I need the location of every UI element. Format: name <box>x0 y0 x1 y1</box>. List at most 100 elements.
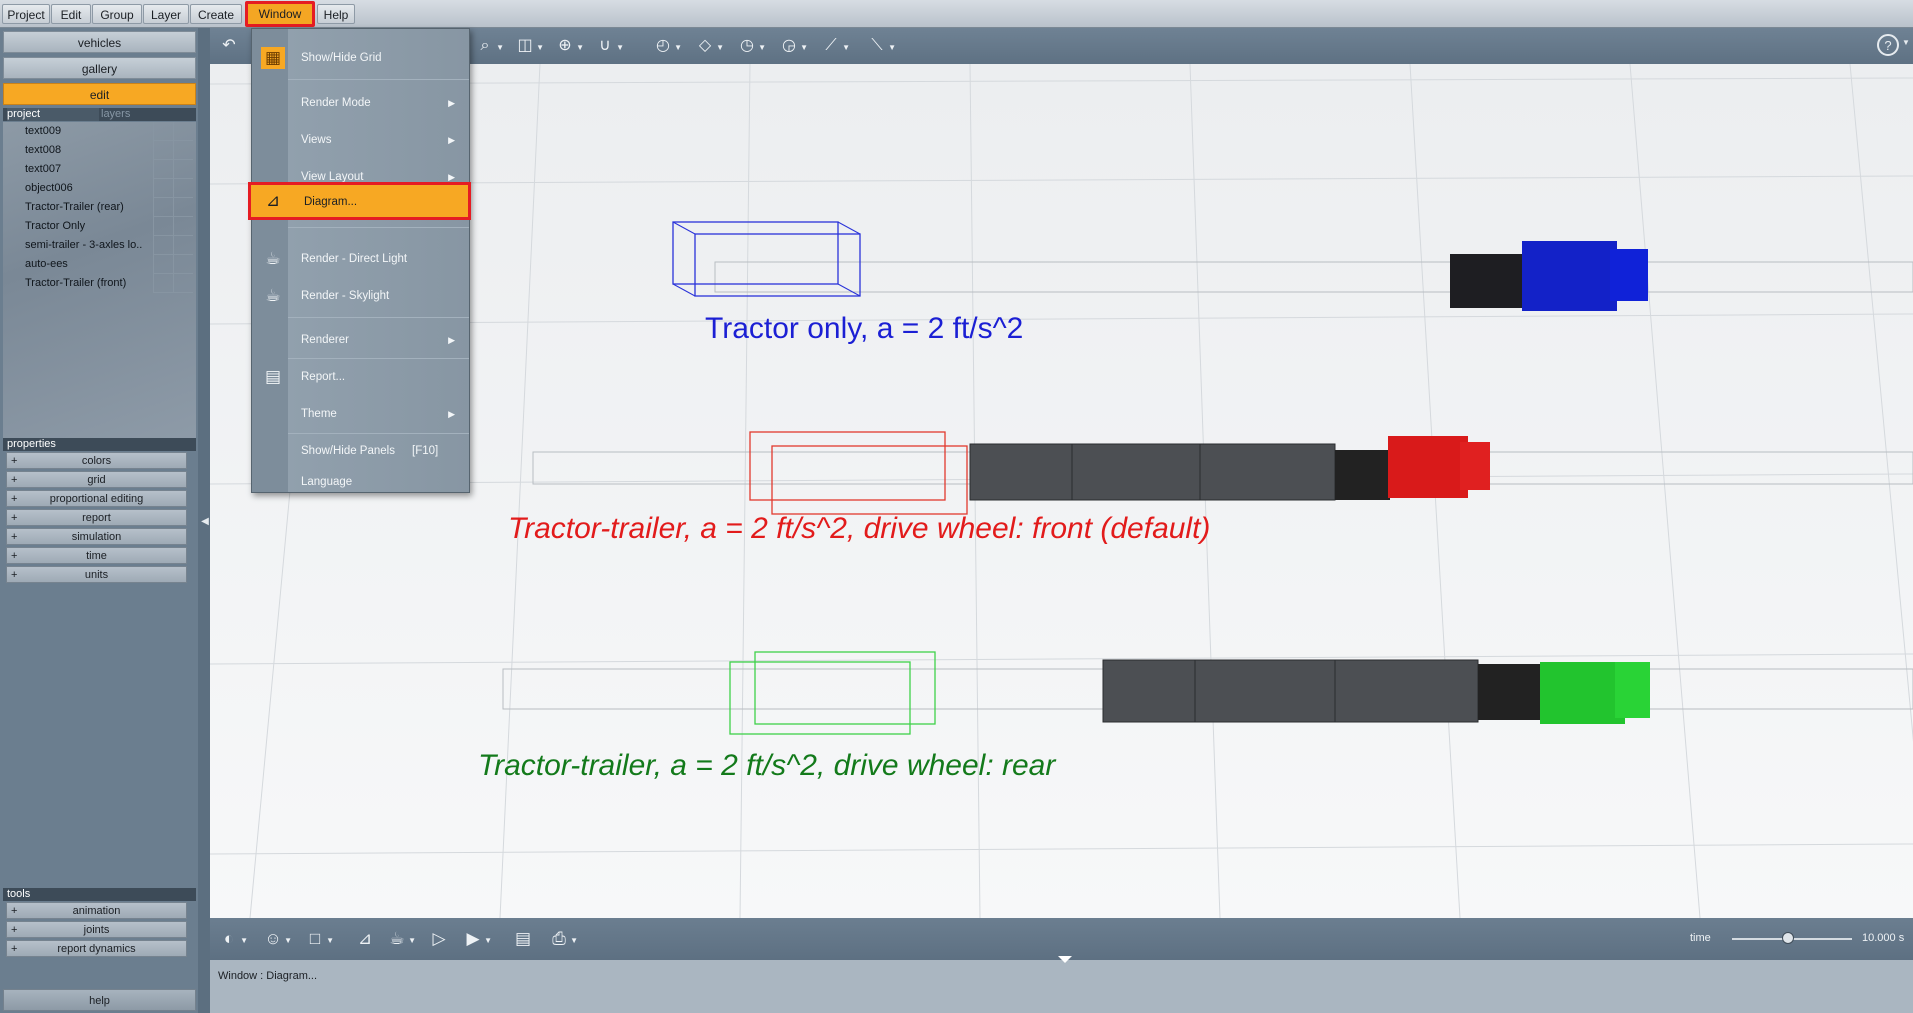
tools-report-dynamics[interactable]: + report dynamics <box>6 940 187 957</box>
properties-time[interactable]: + time <box>6 547 187 564</box>
properties-simulation[interactable]: + simulation <box>6 528 187 545</box>
expand-icon: + <box>11 943 18 955</box>
undo-icon[interactable]: ↶ <box>216 34 242 58</box>
left-panel: vehicles gallery edit project layers tex… <box>0 28 198 1013</box>
submenu-arrow-icon: ▶ <box>448 335 455 345</box>
menu-renderer[interactable]: Renderer ▶ <box>252 324 469 356</box>
expand-icon: + <box>11 493 18 505</box>
project-item-tractor-trailer-rear[interactable]: Tractor-Trailer (rear) <box>25 198 155 217</box>
menu-language[interactable]: Language <box>252 472 469 492</box>
menu-views[interactable]: Views ▶ <box>252 124 469 156</box>
project-item-auto-ees[interactable]: auto-ees <box>25 255 155 274</box>
caption-tractor-only: Tractor only, a = 2 ft/s^2 <box>705 312 1024 345</box>
menu-render-mode[interactable]: Render Mode ▶ <box>252 87 469 119</box>
tab-layers[interactable]: layers <box>101 108 130 121</box>
menu-render-skylight[interactable]: ☕ Render - Skylight <box>252 280 469 312</box>
expand-icon: + <box>11 550 18 562</box>
accordion-label: report dynamics <box>57 943 136 955</box>
menu-create[interactable]: Create <box>190 4 242 24</box>
menu-window[interactable]: Window <box>245 1 315 27</box>
properties-report[interactable]: + report <box>6 509 187 526</box>
menu-help[interactable]: Help <box>317 4 355 24</box>
menu-bar: Project Edit Group Layer Create Window H… <box>0 0 1913 28</box>
accordion-label: simulation <box>71 531 122 543</box>
menu-edit[interactable]: Edit <box>51 4 91 24</box>
menu-render-direct-light[interactable]: ☕ Render - Direct Light <box>252 243 469 275</box>
tab-project[interactable]: project <box>7 108 99 121</box>
properties-units[interactable]: + units <box>6 566 187 583</box>
project-item-tractor-only[interactable]: Tractor Only <box>25 217 155 236</box>
square-icon[interactable]: □ ▼ <box>302 927 334 951</box>
properties-proportional-editing[interactable]: + proportional editing <box>6 490 187 507</box>
step-icon[interactable]: ▶ ▼ <box>460 927 492 951</box>
menu-separator <box>288 79 469 80</box>
menu-theme[interactable]: Theme ▶ <box>252 398 469 430</box>
cube-icon[interactable]: ◫ ▼ <box>512 34 544 58</box>
report-icon: ▤ <box>264 367 282 386</box>
gauge-icon[interactable]: ◴ ▼ <box>650 34 682 58</box>
project-item-object006[interactable]: object006 <box>25 179 155 198</box>
collapse-panel-icon[interactable]: ◀ <box>200 510 210 534</box>
menu-show-hide-grid[interactable]: ▦ Show/Hide Grid <box>252 42 469 74</box>
tools-animation[interactable]: + animation <box>6 902 187 919</box>
accordion-label: report <box>82 512 111 524</box>
menu-item-label: Renderer <box>301 334 349 346</box>
help-button[interactable]: help <box>3 989 196 1011</box>
expand-icon: + <box>11 924 18 936</box>
tab-gallery[interactable]: gallery <box>3 57 196 79</box>
properties-grid[interactable]: + grid <box>6 471 187 488</box>
project-item-semi-trailer[interactable]: semi-trailer - 3-axles lo.. <box>25 236 155 255</box>
project-tree: text009 text008 text007 object006 Tracto… <box>3 122 196 444</box>
menu-item-label: Views <box>301 134 332 146</box>
menu-layer[interactable]: Layer <box>143 4 189 24</box>
time-label: time <box>1690 932 1711 944</box>
shading-icon[interactable]: ◐ ▼ <box>216 927 248 951</box>
diagram-icon[interactable]: ⊿ <box>352 927 378 951</box>
chevron-down-icon[interactable] <box>1058 956 1072 963</box>
teapot-icon[interactable]: ☕ ▼ <box>384 927 416 951</box>
project-item-text007[interactable]: text007 <box>25 160 155 179</box>
time-slider-handle[interactable] <box>1782 932 1795 944</box>
menu-group[interactable]: Group <box>92 4 142 24</box>
move-icon[interactable]: ⊕ ▼ <box>552 34 584 58</box>
play-icon[interactable]: ▷ <box>426 927 452 951</box>
menu-item-label: Show/Hide Panels <box>301 445 395 457</box>
menu-diagram[interactable]: ⊿ Diagram... <box>248 182 471 220</box>
print-icon[interactable]: ⎙ ▼ <box>546 927 578 951</box>
menu-item-label: Render - Direct Light <box>301 253 408 265</box>
menu-show-hide-panels[interactable]: Show/Hide Panels [F10] <box>252 435 469 467</box>
protractor-icon[interactable]: ◶ ▼ <box>776 34 808 58</box>
tab-edit[interactable]: edit <box>3 83 196 105</box>
help-question-icon[interactable]: ? <box>1877 34 1899 56</box>
teapot-icon: ☕ <box>265 286 281 305</box>
zoom-icon[interactable]: ⌕ ▼ <box>472 34 504 58</box>
chevron-down-icon[interactable]: ▼ <box>1902 38 1910 47</box>
report-icon[interactable]: ▤ <box>510 927 536 951</box>
measure-icon[interactable]: ⟋ ▼ <box>818 34 850 58</box>
status-bar: Window : Diagram... <box>210 956 1913 1013</box>
properties-colors[interactable]: + colors <box>6 452 187 469</box>
tools-joints[interactable]: + joints <box>6 921 187 938</box>
plane-icon[interactable]: ◇ ▼ <box>692 34 724 58</box>
grid-icon: ▦ <box>261 47 285 69</box>
ruler-icon[interactable]: ⟍ ▼ <box>864 34 896 58</box>
menu-report[interactable]: ▤ Report... <box>252 361 469 393</box>
window-menu-dropdown: ▦ Show/Hide Grid Render Mode ▶ Views ▶ V… <box>248 28 471 493</box>
project-item-text008[interactable]: text008 <box>25 141 155 160</box>
project-item-tractor-trailer-front[interactable]: Tractor-Trailer (front) <box>25 274 155 293</box>
time-value: 10.000 s <box>1862 932 1905 944</box>
magnet-icon[interactable]: ∪ ▼ <box>592 34 624 58</box>
bottom-toolbar: ◐ ▼ ☺ ▼ □ ▼ ⊿ ☕ ▼ ▷ ▶ ▼ ▤ ⎙ ▼ time 10.000 s <box>210 918 1913 960</box>
head-icon[interactable]: ☺ ▼ <box>260 927 292 951</box>
menu-project[interactable]: Project <box>2 4 50 24</box>
tree-row-cells <box>153 179 193 198</box>
expand-icon: + <box>11 512 18 524</box>
submenu-arrow-icon: ▶ <box>448 98 455 108</box>
menu-separator <box>288 317 469 318</box>
project-item-text009[interactable]: text009 <box>25 122 155 141</box>
tree-row-cells <box>153 122 193 141</box>
caption-tractor-trailer-front: Tractor-trailer, a = 2 ft/s^2, drive whe… <box>508 512 1211 545</box>
angle-icon[interactable]: ◷ ▼ <box>734 34 766 58</box>
tab-vehicles[interactable]: vehicles <box>3 31 196 53</box>
accordion-label: units <box>84 569 109 581</box>
